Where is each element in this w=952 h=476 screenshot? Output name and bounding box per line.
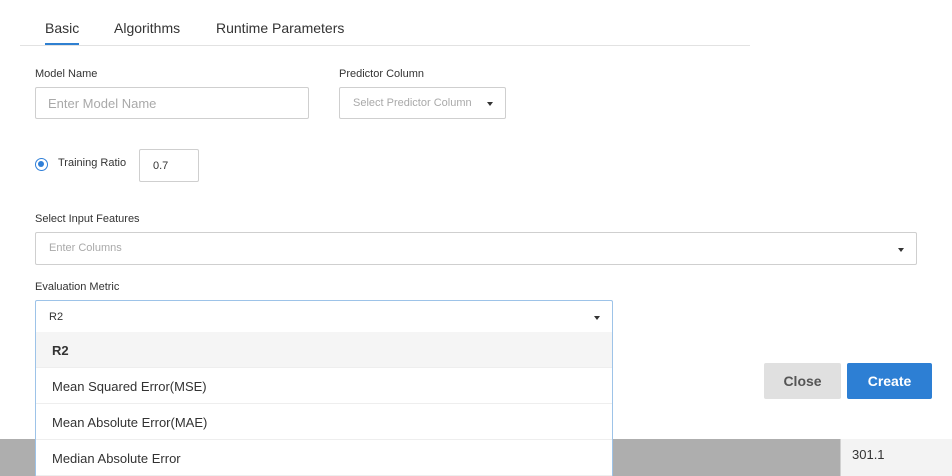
create-button[interactable]: Create bbox=[847, 363, 932, 399]
close-button[interactable]: Close bbox=[764, 363, 841, 399]
input-features-label: Select Input Features bbox=[35, 213, 140, 225]
chevron-down-icon bbox=[898, 248, 904, 252]
model-name-label: Model Name bbox=[35, 68, 98, 80]
option-r2[interactable]: R2 bbox=[36, 332, 612, 368]
option-mae[interactable]: Mean Absolute Error(MAE) bbox=[36, 404, 612, 440]
training-ratio-radio[interactable] bbox=[35, 158, 48, 171]
option-median-absolute-error[interactable]: Median Absolute Error bbox=[36, 440, 612, 476]
model-name-input[interactable] bbox=[35, 87, 309, 119]
predictor-column-placeholder: Select Predictor Column bbox=[353, 97, 472, 109]
option-mse[interactable]: Mean Squared Error(MSE) bbox=[36, 368, 612, 404]
predictor-column-label: Predictor Column bbox=[339, 68, 424, 80]
input-features-select[interactable]: Enter Columns bbox=[35, 232, 917, 265]
evaluation-metric-selected-value: R2 bbox=[49, 311, 64, 323]
chevron-down-icon bbox=[594, 316, 600, 320]
evaluation-metric-select[interactable]: R2 R2 Mean Squared Error(MSE) Mean Absol… bbox=[35, 300, 613, 476]
table-cell: 301.1 bbox=[840, 439, 952, 476]
table-cell-value: 301.1 bbox=[852, 447, 885, 462]
tab-basic[interactable]: Basic bbox=[45, 20, 80, 45]
tab-bar: Basic Algorithms Runtime Parameters bbox=[20, 0, 750, 46]
chevron-down-icon bbox=[487, 102, 493, 106]
predictor-column-select[interactable]: Select Predictor Column bbox=[339, 87, 506, 119]
training-ratio-label: Training Ratio bbox=[58, 157, 127, 169]
tab-algorithms[interactable]: Algorithms bbox=[114, 20, 180, 36]
tab-runtime-parameters[interactable]: Runtime Parameters bbox=[216, 20, 344, 36]
evaluation-metric-options: R2 Mean Squared Error(MSE) Mean Absolute… bbox=[36, 332, 612, 476]
training-ratio-input[interactable] bbox=[139, 149, 199, 182]
evaluation-metric-label: Evaluation Metric bbox=[35, 281, 120, 293]
input-features-placeholder: Enter Columns bbox=[49, 242, 122, 254]
